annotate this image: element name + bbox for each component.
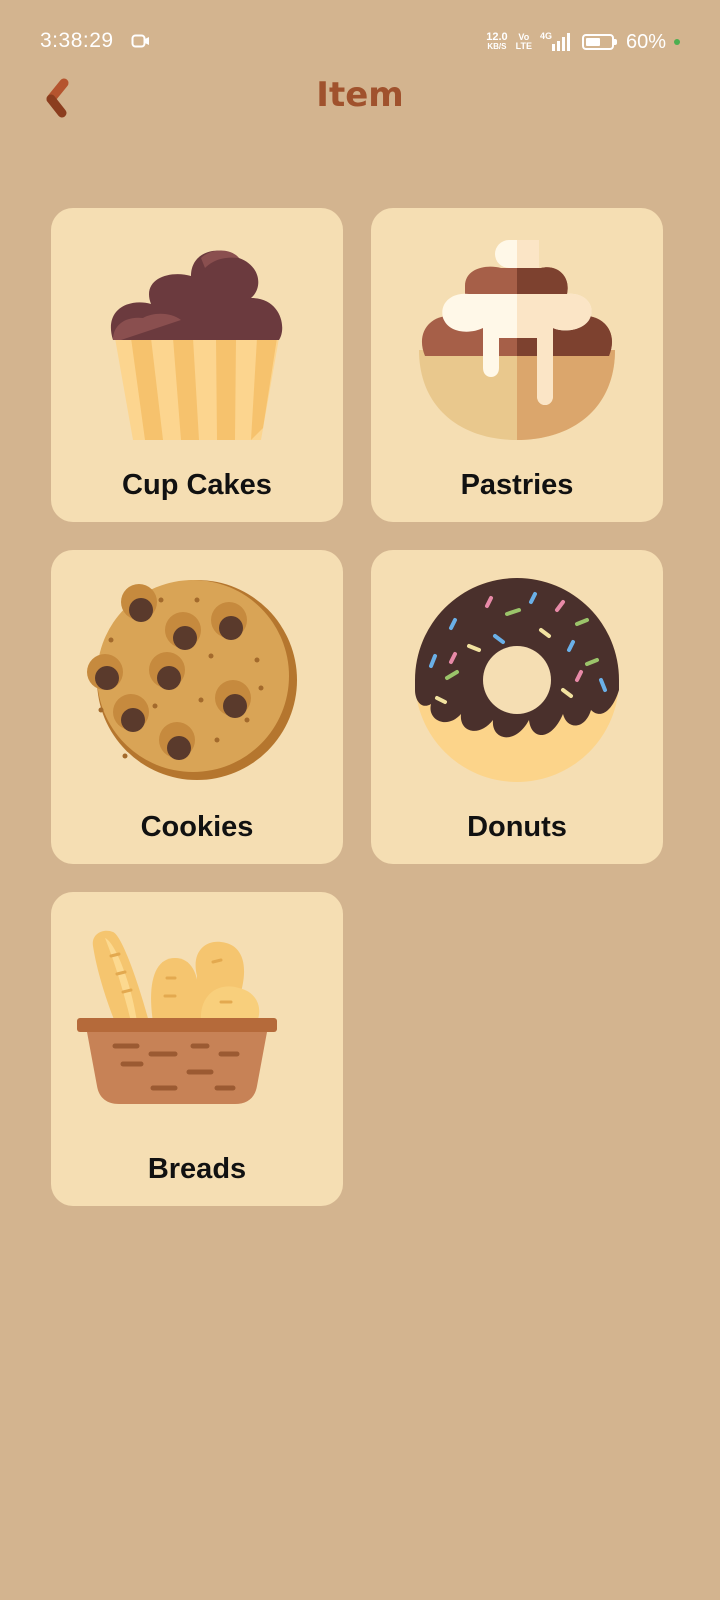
category-card-pastries[interactable]: Pastries bbox=[371, 208, 663, 522]
cupcake-icon bbox=[110, 250, 283, 440]
category-card-cup-cakes[interactable]: Cup Cakes bbox=[51, 208, 343, 522]
network-speed-unit: KB/S bbox=[487, 42, 507, 51]
category-label: Breads bbox=[147, 1153, 247, 1185]
screen-record-icon bbox=[131, 34, 149, 48]
page-title: Item bbox=[316, 75, 404, 115]
category-card-breads[interactable]: Breads bbox=[51, 892, 343, 1206]
status-time: 3:38:29 bbox=[40, 29, 114, 52]
app-header: Item bbox=[0, 60, 720, 130]
category-label: Donuts bbox=[467, 811, 567, 843]
network-speed-value: 12.0 bbox=[486, 31, 508, 43]
status-indicators: 12.0 KB/S Vo LTE 4G 60% bbox=[486, 28, 680, 56]
network-speed: 12.0 KB/S bbox=[486, 31, 508, 52]
battery-percent: 60% bbox=[625, 30, 666, 53]
battery-icon bbox=[581, 34, 617, 50]
battery-fill bbox=[585, 38, 600, 46]
category-label: Cup Cakes bbox=[122, 469, 272, 501]
category-card-cookies[interactable]: Cookies bbox=[51, 550, 343, 864]
category-card-donuts[interactable]: Donuts bbox=[371, 550, 663, 864]
category-label: Pastries bbox=[460, 469, 574, 501]
cookie-icon bbox=[87, 580, 297, 780]
pastry-icon bbox=[419, 240, 615, 440]
volte-indicator: Vo LTE bbox=[516, 33, 532, 51]
volte-bottom: LTE bbox=[515, 41, 532, 51]
bread-basket-icon bbox=[77, 930, 277, 1104]
category-label: Cookies bbox=[140, 811, 254, 843]
privacy-dot-indicator bbox=[674, 39, 680, 45]
signal-icon: 4G bbox=[540, 31, 574, 53]
donut-icon bbox=[415, 578, 619, 782]
